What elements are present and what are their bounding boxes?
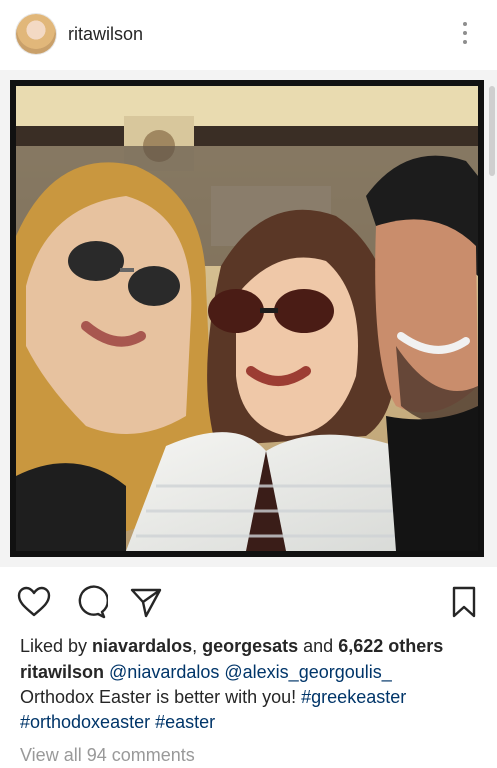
- scrollbar[interactable]: [489, 86, 495, 176]
- mention-niavardalos[interactable]: @niavardalos: [109, 662, 219, 682]
- mention-alexis[interactable]: @alexis_georgoulis_: [224, 662, 391, 682]
- hashtag-greekeaster[interactable]: #greekeaster: [301, 687, 406, 707]
- photo-illustration: [16, 86, 478, 551]
- caption-author[interactable]: ritawilson: [20, 662, 104, 682]
- avatar[interactable]: [16, 14, 56, 54]
- likes-and: and: [298, 636, 339, 656]
- liker-niavardalos[interactable]: niavardalos: [92, 636, 192, 656]
- hashtag-easter[interactable]: #easter: [155, 712, 215, 732]
- comment-icon[interactable]: [72, 584, 109, 620]
- heart-icon[interactable]: [16, 584, 52, 620]
- bookmark-icon[interactable]: [446, 584, 482, 620]
- action-bar: [0, 578, 497, 622]
- likes-separator: ,: [192, 636, 203, 656]
- view-comments-link[interactable]: View all 94 comments: [20, 745, 195, 766]
- liker-georgesats[interactable]: georgesats: [202, 636, 298, 656]
- likes-summary: Liked by niavardalos, georgesats and 6,6…: [20, 636, 443, 657]
- likes-count[interactable]: 6,622 others: [338, 636, 443, 656]
- share-icon[interactable]: [128, 584, 164, 620]
- post-photo[interactable]: [10, 80, 484, 557]
- post-image-container: [0, 70, 497, 567]
- more-options-icon[interactable]: [458, 22, 472, 48]
- post-header: ritawilson: [0, 0, 497, 70]
- username[interactable]: ritawilson: [68, 24, 143, 45]
- post-caption: ritawilson @niavardalos @alexis_georgoul…: [20, 660, 480, 735]
- hashtag-orthodoxeaster[interactable]: #orthodoxeaster: [20, 712, 150, 732]
- likes-prefix: Liked by: [20, 636, 93, 656]
- caption-text: Orthodox Easter is better with you!: [20, 687, 297, 707]
